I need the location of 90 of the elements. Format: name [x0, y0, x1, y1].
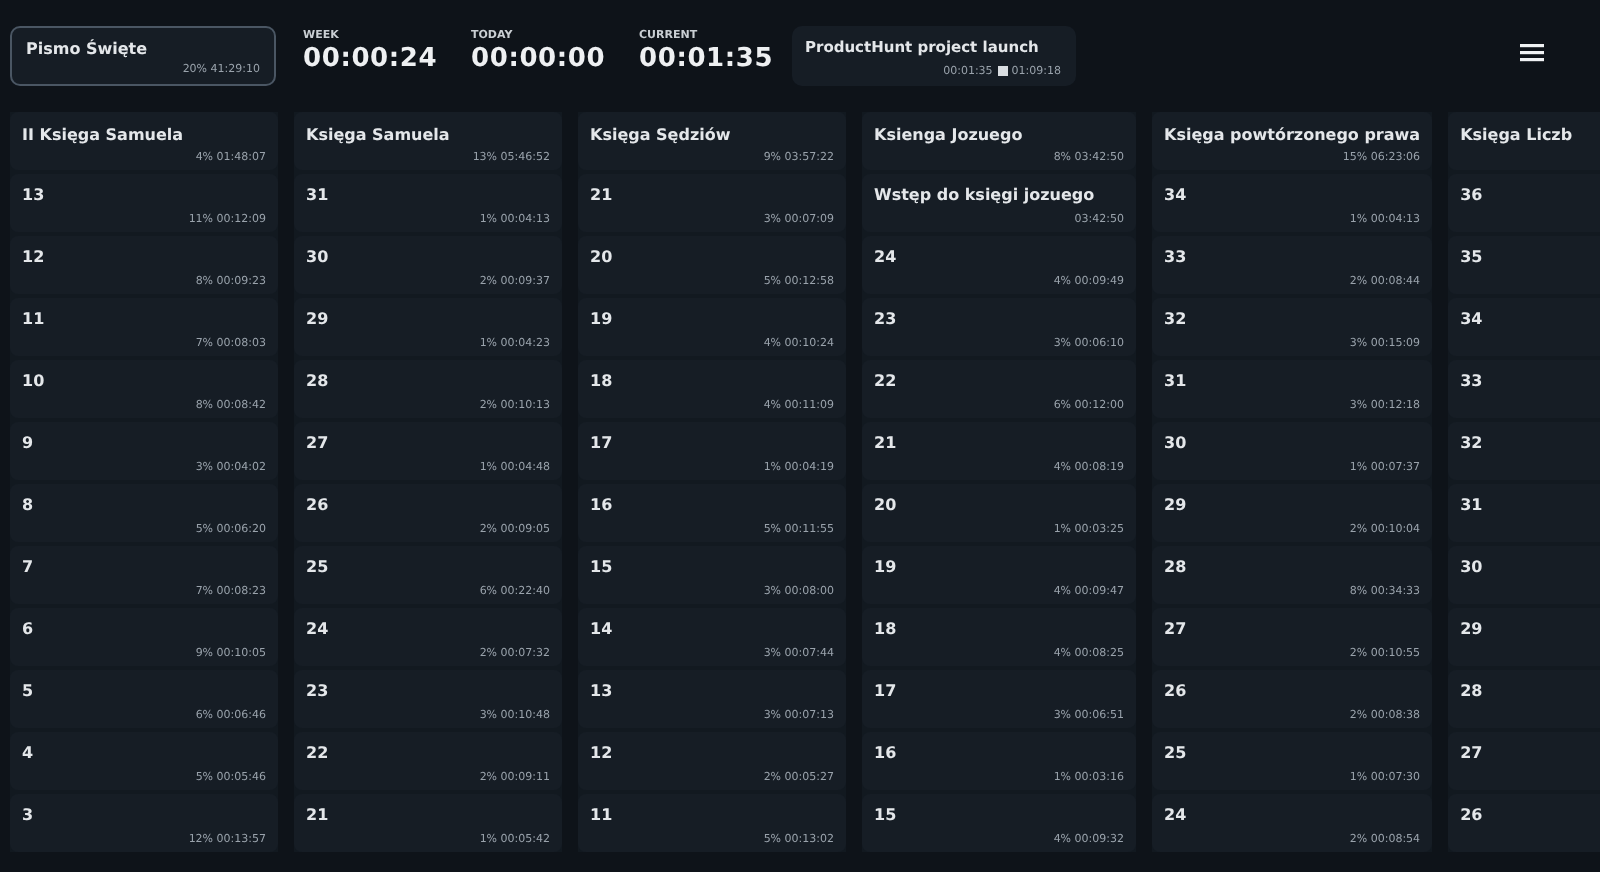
- task-title: 11: [22, 308, 47, 332]
- task-title: 9: [22, 432, 36, 456]
- task-title: 10: [22, 370, 47, 394]
- task-title: 3: [22, 804, 36, 828]
- task-card[interactable]: 30: [1448, 546, 1600, 604]
- column-title: Ksienga Jozuego: [874, 124, 1025, 148]
- task-title: 30: [1460, 556, 1485, 580]
- task-title: 6: [22, 618, 36, 642]
- task-title: 32: [1164, 308, 1189, 332]
- counter-value: 00:00:00: [471, 44, 608, 76]
- task-card[interactable]: 34: [1448, 298, 1600, 356]
- task-title: 25: [1164, 742, 1189, 766]
- task-title: 24: [874, 246, 899, 270]
- task-title: 34: [1460, 308, 1485, 332]
- stop-icon[interactable]: [997, 66, 1008, 77]
- task-title: 21: [590, 184, 615, 208]
- task-title: 12: [590, 742, 615, 766]
- task-title: 21: [306, 804, 331, 828]
- task-title: 29: [1164, 494, 1189, 518]
- task-title: 30: [306, 246, 331, 270]
- task-title: 21: [874, 432, 899, 456]
- task-title: 28: [1164, 556, 1189, 580]
- task-title: 14: [590, 618, 615, 642]
- task-title: 7: [22, 556, 36, 580]
- task-card[interactable]: 31: [1448, 484, 1600, 542]
- task-title: 34: [1164, 184, 1189, 208]
- counter-value: 00:00:24: [303, 44, 440, 76]
- task-card[interactable]: 33: [1448, 360, 1600, 418]
- task-title: 30: [1164, 432, 1189, 456]
- task-card[interactable]: 27: [1448, 732, 1600, 790]
- task-title: 33: [1460, 370, 1485, 394]
- counter-value: 00:01:35: [639, 44, 776, 76]
- project-title: Pismo Święte: [26, 38, 150, 62]
- task-title: 22: [306, 742, 331, 766]
- task-title: 31: [1460, 494, 1485, 518]
- task-title: 24: [306, 618, 331, 642]
- task-title: 11: [590, 804, 615, 828]
- task-title: 8: [22, 494, 36, 518]
- task-title: 24: [1164, 804, 1189, 828]
- task-title: 32: [1460, 432, 1485, 456]
- task-title: 13: [590, 680, 615, 704]
- task-title: 26: [1460, 804, 1485, 828]
- task-title: 20: [874, 494, 899, 518]
- column-title: Księga Sędziów: [590, 124, 733, 148]
- task-title: 13: [22, 184, 47, 208]
- task-title: 18: [590, 370, 615, 394]
- task-title: 23: [874, 308, 899, 332]
- column-header[interactable]: Księga Liczb: [1448, 112, 1600, 170]
- task-card[interactable]: 29: [1448, 608, 1600, 666]
- task-card[interactable]: 32: [1448, 422, 1600, 480]
- task-title: 16: [590, 494, 615, 518]
- task-title: 15: [874, 804, 899, 828]
- task-title: 28: [306, 370, 331, 394]
- task-card[interactable]: 28: [1448, 670, 1600, 728]
- task-title: 19: [874, 556, 899, 580]
- task-title: 23: [306, 680, 331, 704]
- menu-icon[interactable]: [1520, 44, 1544, 62]
- task-card[interactable]: 35: [1448, 236, 1600, 294]
- task-title: 19: [590, 308, 615, 332]
- task-title: 26: [1164, 680, 1189, 704]
- task-title: 27: [1460, 742, 1485, 766]
- task-title: 12: [22, 246, 47, 270]
- task-title: Wstęp do księgi jozuego: [874, 184, 1097, 208]
- task-title: 27: [306, 432, 331, 456]
- task-title: 26: [306, 494, 331, 518]
- task-title: 35: [1460, 246, 1485, 270]
- task-title: 29: [306, 308, 331, 332]
- column-title: Księga Liczb: [1460, 124, 1575, 148]
- task-card[interactable]: 36: [1448, 174, 1600, 232]
- task-title: 36: [1460, 184, 1485, 208]
- task-title: 25: [306, 556, 331, 580]
- task-title: 29: [1460, 618, 1485, 642]
- task-title: 18: [874, 618, 899, 642]
- column-title: II Księga Samuela: [22, 124, 186, 148]
- task-title: 17: [874, 680, 899, 704]
- task-title: 5: [22, 680, 36, 704]
- task-title: 27: [1164, 618, 1189, 642]
- task-title: 15: [590, 556, 615, 580]
- task-card[interactable]: 26: [1448, 794, 1600, 852]
- task-title: 17: [590, 432, 615, 456]
- task-title: 20: [590, 246, 615, 270]
- task-title: 31: [1164, 370, 1189, 394]
- column-title: Księga Samuela: [306, 124, 452, 148]
- task-title: 28: [1460, 680, 1485, 704]
- task-title: 22: [874, 370, 899, 394]
- task-title: 4: [22, 742, 36, 766]
- task-title: 31: [306, 184, 331, 208]
- task-title: 33: [1164, 246, 1189, 270]
- task-title: 16: [874, 742, 899, 766]
- column-title: Księga powtórzonego prawa: [1164, 124, 1421, 148]
